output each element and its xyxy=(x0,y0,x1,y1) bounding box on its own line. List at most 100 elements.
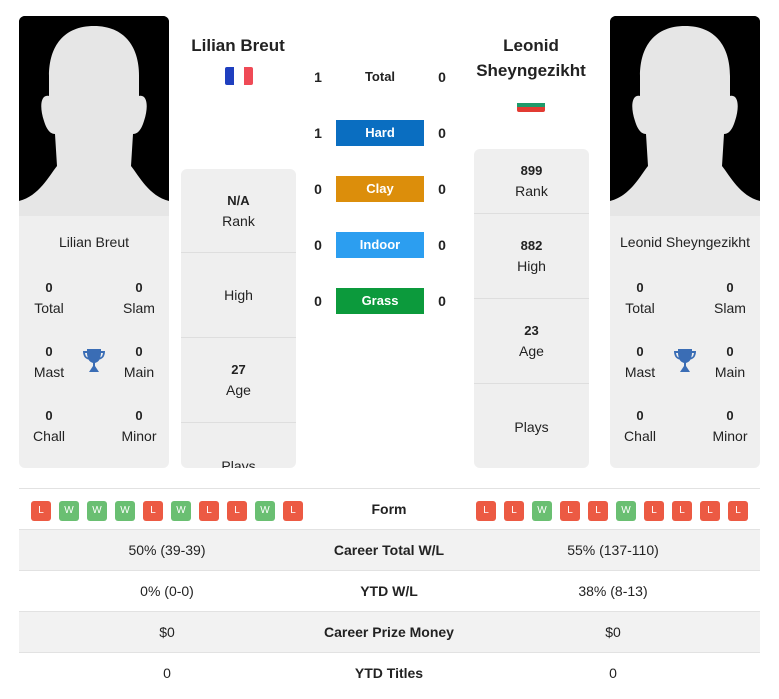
h2h-row-total: 1 Total 0 xyxy=(308,64,458,90)
left-form-badge-win[interactable]: W xyxy=(171,501,191,521)
right-title-slam: 0 Slam xyxy=(700,278,760,318)
left-stat-high: High xyxy=(181,253,296,338)
right-form-badge-loss[interactable]: L xyxy=(672,501,692,521)
value: 0 xyxy=(636,280,644,295)
bulgaria-flag-icon xyxy=(517,98,545,112)
right-titles-grid: 0 Total 0 Slam 0 Mast 0 Main 0 Chall 0 Minor xyxy=(610,278,760,458)
right-stat-high: 882 High xyxy=(474,214,589,299)
right-title-chall: 0 Chall xyxy=(610,406,670,446)
comparison-row-career-wl: 50% (39-39) Career Total W/L 55% (137-11… xyxy=(19,530,760,571)
label: Main xyxy=(123,364,155,380)
right-form-badge-loss[interactable]: L xyxy=(700,501,720,521)
value: 882 xyxy=(520,238,543,253)
h2h-row-hard: 1 Hard 0 xyxy=(308,120,458,146)
left-form-badge-win[interactable]: W xyxy=(59,501,79,521)
right-form-badges: LLWLLWLLLL xyxy=(476,501,748,521)
left-stat-age: 27 Age xyxy=(181,338,296,423)
right-form-badge-loss[interactable]: L xyxy=(728,501,748,521)
left-count: 1 xyxy=(314,125,322,141)
right-form-badge-win[interactable]: W xyxy=(616,501,636,521)
right-form-badge-loss[interactable]: L xyxy=(504,501,524,521)
label: Minor xyxy=(121,428,157,444)
left-form-badge-loss[interactable]: L xyxy=(31,501,51,521)
label: Rank xyxy=(222,212,255,229)
label: Mast xyxy=(33,364,65,380)
right-form-badge-win[interactable]: W xyxy=(532,501,552,521)
right-value: 55% (137-110) xyxy=(567,542,659,558)
left-form-badge-loss[interactable]: L xyxy=(283,501,303,521)
left-form-badge-win[interactable]: W xyxy=(255,501,275,521)
left-player-photo xyxy=(19,16,169,216)
right-count: 0 xyxy=(438,293,446,309)
left-player-name[interactable]: Lilian Breut xyxy=(178,33,298,58)
label: Plays xyxy=(221,457,256,469)
value: 0 xyxy=(726,344,734,359)
right-count: 0 xyxy=(438,181,446,197)
right-count: 0 xyxy=(438,69,446,85)
right-player-card: Leonid Sheyngezikht 0 Total 0 Slam 0 Mast 0… xyxy=(610,16,760,468)
label: Total xyxy=(625,300,655,316)
trophy-icon xyxy=(674,349,696,372)
left-count: 0 xyxy=(314,181,322,197)
label: Chall xyxy=(33,428,65,444)
right-title-main: 0 Main xyxy=(700,342,760,382)
comparison-row-prize-money: $0 Career Prize Money $0 xyxy=(19,612,760,653)
comparison-row-ytd-wl: 0% (0-0) YTD W/L 38% (8-13) xyxy=(19,571,760,612)
label: Mast xyxy=(624,364,656,380)
surface-badge-indoor[interactable]: Indoor xyxy=(336,232,424,258)
left-stat-rank: N/A Rank xyxy=(181,169,296,253)
right-value: 0 xyxy=(609,665,617,681)
label: Rank xyxy=(515,183,548,199)
surface-badge-grass[interactable]: Grass xyxy=(336,288,424,314)
value: 0 xyxy=(636,344,644,359)
left-count: 0 xyxy=(314,293,322,309)
right-form-badge-loss[interactable]: L xyxy=(476,501,496,521)
left-stat-plays: Plays xyxy=(181,423,296,469)
right-form-badge-loss[interactable]: L xyxy=(644,501,664,521)
left-form-badge-loss[interactable]: L xyxy=(199,501,219,521)
left-title-total: 0 Total xyxy=(19,278,79,318)
value: 0 xyxy=(45,408,53,423)
h2h-row-grass: 0 Grass 0 xyxy=(308,288,458,314)
value: 0 xyxy=(45,344,53,359)
right-title-total: 0 Total xyxy=(610,278,670,318)
right-stat-age: 23 Age xyxy=(474,299,589,384)
label: Slam xyxy=(123,300,155,316)
left-form-badge-loss[interactable]: L xyxy=(143,501,163,521)
left-stats-card: N/A Rank High 27 Age Plays xyxy=(181,169,296,468)
surface-badge-clay[interactable]: Clay xyxy=(336,176,424,202)
label: Age xyxy=(226,382,251,398)
left-form-badge-loss[interactable]: L xyxy=(227,501,247,521)
value: 899 xyxy=(520,163,543,178)
label: High xyxy=(517,258,546,274)
row-label: YTD Titles xyxy=(354,665,424,681)
left-value: 50% (39-39) xyxy=(128,542,206,558)
left-title-slam: 0 Slam xyxy=(109,278,169,318)
row-label: Career Prize Money xyxy=(324,624,454,640)
right-card-name: Leonid Sheyngezikht xyxy=(620,234,750,250)
surface-label: Total xyxy=(364,69,396,84)
left-card-name: Lilian Breut xyxy=(58,234,130,250)
value: 27 xyxy=(231,362,246,377)
left-title-minor: 0 Minor xyxy=(109,406,169,446)
right-form-badge-loss[interactable]: L xyxy=(588,501,608,521)
left-player-card: Lilian Breut 0 Total 0 Slam 0 Mast 0 Main 0 C… xyxy=(19,16,169,468)
left-form-badge-win[interactable]: W xyxy=(87,501,107,521)
right-form-badge-loss[interactable]: L xyxy=(560,501,580,521)
left-form-badge-win[interactable]: W xyxy=(115,501,135,521)
label: Slam xyxy=(714,300,746,316)
form-row: LWWWLWLLWL Form LLWLLWLLLL xyxy=(19,489,760,529)
value: 0 xyxy=(135,408,143,423)
h2h-row-clay: 0 Clay 0 xyxy=(308,176,458,202)
right-stat-plays: Plays xyxy=(474,384,589,468)
right-title-mast: 0 Mast xyxy=(610,342,670,382)
left-titles-grid: 0 Total 0 Slam 0 Mast 0 Main 0 Chall 0 Minor xyxy=(19,278,169,458)
surface-badge-hard[interactable]: Hard xyxy=(336,120,424,146)
label: Age xyxy=(519,343,544,359)
france-flag-icon xyxy=(225,67,253,85)
left-title-main: 0 Main xyxy=(109,342,169,382)
label: Minor xyxy=(712,428,748,444)
left-value: $0 xyxy=(159,624,175,640)
left-value: 0 xyxy=(163,665,171,681)
right-player-name[interactable]: Leonid Sheyngezikht xyxy=(466,33,596,83)
